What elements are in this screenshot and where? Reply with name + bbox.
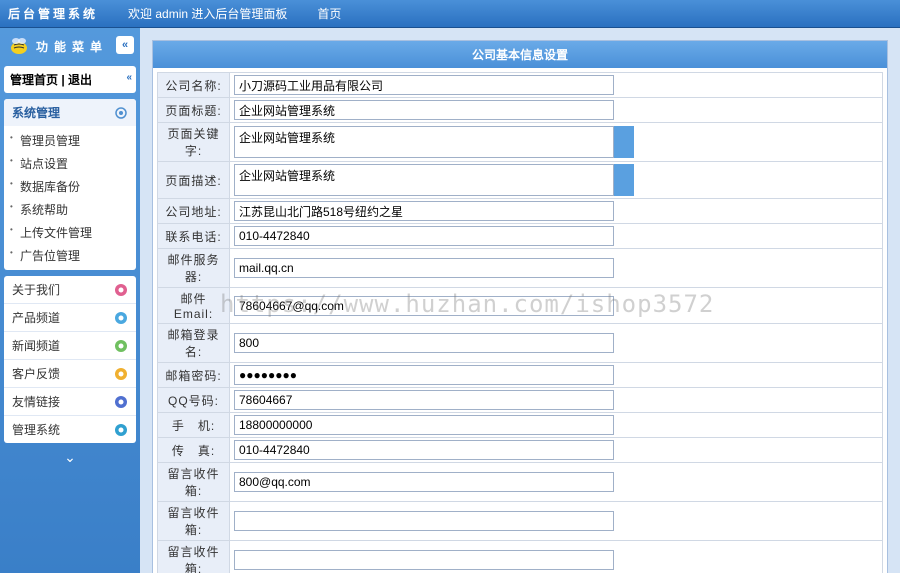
sidebar-item[interactable]: 客户反馈 (4, 360, 136, 388)
settings-panel: 公司基本信息设置 公司名称:页面标题:页面关键字:页面描述:公司地址:联系电话:… (152, 40, 888, 573)
sidebar-item[interactable]: 广告位管理 (4, 244, 136, 267)
field-label: 留言收件箱: (158, 502, 230, 541)
sidebar-item[interactable]: 系统帮助 (4, 198, 136, 221)
field-input[interactable] (234, 472, 614, 492)
password-input[interactable] (234, 365, 614, 385)
nav-arrow-icon: « (126, 72, 132, 83)
field-label: 公司名称: (158, 73, 230, 98)
field-label: 邮件Email: (158, 288, 230, 324)
field-input[interactable] (234, 511, 614, 531)
field-label: 邮箱密码: (158, 363, 230, 388)
field-label: 页面关键字: (158, 123, 230, 162)
sidebar-item[interactable]: 关于我们 (4, 276, 136, 304)
sidebar-item-label: 新闻频道 (12, 337, 60, 354)
field-input[interactable] (234, 75, 614, 95)
menu-rows: 关于我们产品频道新闻频道客户反馈友情链接管理系统 (4, 276, 136, 443)
sidebar-item-label: 产品频道 (12, 309, 60, 326)
panel-title: 公司基本信息设置 (153, 41, 887, 68)
sidebar-toggle-button[interactable]: « (116, 36, 134, 54)
welcome-text: 欢迎 admin 进入后台管理面板 (128, 5, 287, 22)
sidebar-item[interactable]: 上传文件管理 (4, 221, 136, 244)
field-label: 公司地址: (158, 199, 230, 224)
field-label: QQ号码: (158, 388, 230, 413)
settings-form: 公司名称:页面标题:页面关键字:页面描述:公司地址:联系电话:邮件服务器:邮件E… (157, 72, 883, 573)
field-label: 手 机: (158, 413, 230, 438)
field-input[interactable] (234, 550, 614, 570)
field-label: 邮箱登录名: (158, 324, 230, 363)
field-label: 页面描述: (158, 162, 230, 199)
field-label: 传 真: (158, 438, 230, 463)
field-input[interactable] (234, 440, 614, 460)
sidebar-item-label: 友情链接 (12, 393, 60, 410)
sidebar-item[interactable]: 产品频道 (4, 304, 136, 332)
app-title: 后台管理系统 (8, 5, 98, 22)
row-icon (114, 339, 128, 353)
menu-title: 功能菜单 (36, 38, 108, 55)
row-icon (114, 423, 128, 437)
field-label: 留言收件箱: (158, 463, 230, 502)
sidebar-item-label: 管理系统 (12, 421, 60, 438)
sidebar-item[interactable]: 管理员管理 (4, 129, 136, 152)
field-input[interactable] (234, 296, 614, 316)
sidebar-item[interactable]: 站点设置 (4, 152, 136, 175)
field-input[interactable] (234, 333, 614, 353)
menu-header: 功能菜单 « (0, 28, 140, 64)
field-input[interactable] (234, 100, 614, 120)
field-label: 留言收件箱: (158, 541, 230, 573)
sidebar-item[interactable]: 数据库备份 (4, 175, 136, 198)
sidebar-item[interactable]: 新闻频道 (4, 332, 136, 360)
row-icon (114, 395, 128, 409)
field-input[interactable] (234, 126, 614, 158)
admin-home-link[interactable]: 管理首页 (10, 73, 58, 87)
sidebar: 功能菜单 « 管理首页 | 退出 « 系统管理 管理员管理站点设置数据库备份系统… (0, 28, 140, 573)
home-link[interactable]: 首页 (317, 5, 341, 22)
gear-icon (114, 106, 128, 120)
field-input[interactable] (234, 164, 614, 196)
sidebar-item[interactable]: 友情链接 (4, 388, 136, 416)
sidebar-item-label: 关于我们 (12, 281, 60, 298)
field-input[interactable] (234, 226, 614, 246)
row-icon (114, 283, 128, 297)
field-label: 邮件服务器: (158, 249, 230, 288)
field-input[interactable] (234, 258, 614, 278)
sidebar-item-label: 客户反馈 (12, 365, 60, 382)
menu-group-title[interactable]: 系统管理 (4, 99, 136, 126)
row-icon (114, 367, 128, 381)
field-input[interactable] (234, 201, 614, 221)
field-label: 页面标题: (158, 98, 230, 123)
field-label: 联系电话: (158, 224, 230, 249)
sidebar-item[interactable]: 管理系统 (4, 416, 136, 443)
nav-top: 管理首页 | 退出 « (4, 66, 136, 93)
field-input[interactable] (234, 390, 614, 410)
sidebar-collapse-icon[interactable]: ⌄ (4, 449, 136, 466)
bee-icon (6, 33, 32, 59)
field-input[interactable] (234, 415, 614, 435)
menu-group-system: 系统管理 管理员管理站点设置数据库备份系统帮助上传文件管理广告位管理 (4, 99, 136, 270)
top-header: 后台管理系统 欢迎 admin 进入后台管理面板 首页 (0, 0, 900, 28)
logout-link[interactable]: 退出 (68, 73, 92, 87)
content-area: 公司基本信息设置 公司名称:页面标题:页面关键字:页面描述:公司地址:联系电话:… (140, 28, 900, 573)
row-icon (114, 311, 128, 325)
